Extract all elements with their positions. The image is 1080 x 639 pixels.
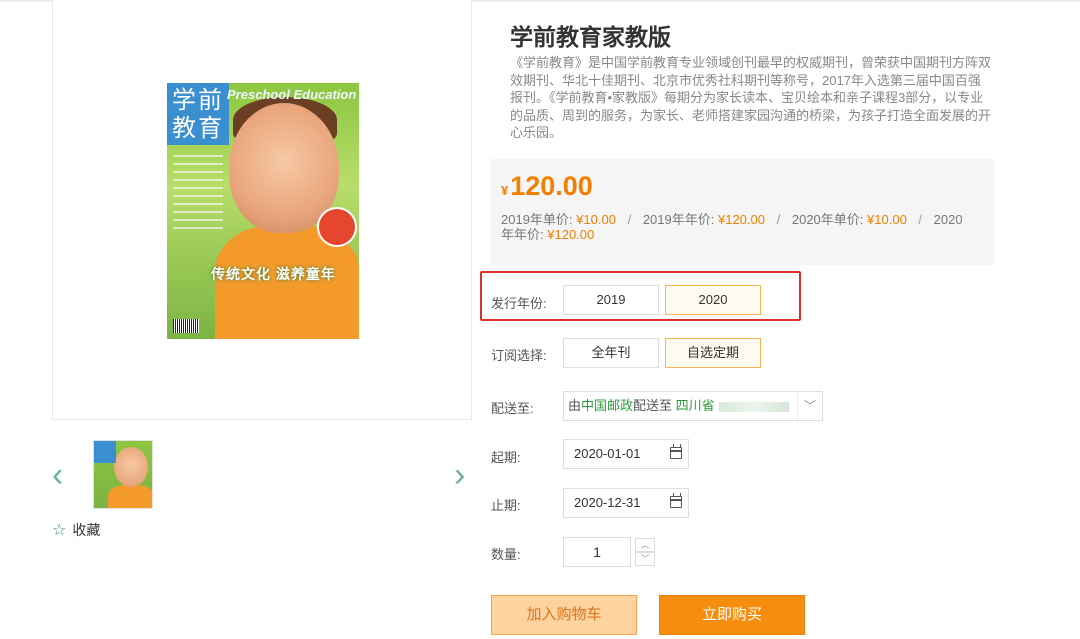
- price-item-value: ¥10.00: [576, 212, 616, 227]
- cover-logo: 学前教育: [167, 83, 229, 145]
- buy-now-button[interactable]: 立即购买: [659, 595, 805, 635]
- gallery-prev-icon[interactable]: ‹: [52, 458, 63, 492]
- year-option-2020[interactable]: 2020: [665, 285, 761, 315]
- gallery-thumbnail[interactable]: [93, 440, 153, 509]
- star-icon: ☆: [52, 522, 67, 539]
- price-item-label: 2019年年价:: [642, 212, 715, 227]
- thumb-face: [114, 447, 148, 487]
- shipping-carrier: 中国邮政: [581, 398, 634, 413]
- price-separator: /: [918, 212, 923, 227]
- end-date-label: 止期:: [491, 498, 521, 513]
- price-panel: ¥120.00 2019年单价: ¥10.00 / 2019年年价: ¥120.…: [491, 159, 994, 265]
- gallery-next-icon[interactable]: ›: [454, 458, 465, 492]
- main-image-frame: 学前教育 Preschool Education 传统文化 滋养童年: [52, 0, 472, 420]
- price-item-value: ¥10.00: [867, 212, 907, 227]
- quantity-increase-button[interactable]: ︿: [635, 538, 655, 552]
- end-date-value: 2020-12-31: [574, 495, 641, 510]
- calendar-icon: [670, 444, 682, 459]
- favorite-button[interactable]: ☆ 收藏: [52, 520, 100, 540]
- subscription-option-custom[interactable]: 自选定期: [665, 338, 761, 368]
- add-to-cart-button[interactable]: 加入购物车: [491, 595, 637, 635]
- shipping-prefix: 由: [568, 398, 582, 413]
- price-separator: /: [776, 212, 781, 227]
- subscription-label: 订阅选择:: [491, 348, 547, 363]
- cover-english-title: Preschool Education: [227, 87, 357, 102]
- price-item-label: 2019年单价:: [501, 212, 573, 227]
- cover-video-badge: [317, 207, 357, 247]
- quantity-input[interactable]: 1: [563, 537, 631, 567]
- shipping-destination-select[interactable]: 由中国邮政配送至 四川省 ﹀: [563, 391, 823, 421]
- cover-side-text: [173, 155, 223, 235]
- year-option-2019[interactable]: 2019: [563, 285, 659, 315]
- year-label: 发行年份:: [491, 296, 547, 311]
- price-breakdown: 2019年单价: ¥10.00 / 2019年年价: ¥120.00 / 202…: [501, 212, 971, 242]
- thumb-shirt: [108, 485, 152, 508]
- price: ¥120.00: [501, 171, 593, 202]
- price-item-label: 2020年单价:: [791, 212, 864, 227]
- chevron-down-icon: ﹀: [797, 392, 822, 420]
- calendar-icon: [670, 493, 682, 508]
- end-date-input[interactable]: 2020-12-31: [563, 488, 689, 518]
- start-date-label: 起期:: [491, 450, 521, 465]
- cover-banner-text: 传统文化 滋养童年: [211, 266, 336, 282]
- cover-barcode: [173, 319, 199, 333]
- quantity-decrease-button[interactable]: ﹀: [635, 552, 655, 566]
- shipping-middle: 配送至: [633, 398, 673, 413]
- shipping-province: 四川省: [675, 398, 715, 413]
- start-date-input[interactable]: 2020-01-01: [563, 439, 689, 469]
- favorite-label: 收藏: [72, 522, 101, 538]
- magazine-cover-image: 学前教育 Preschool Education 传统文化 滋养童年: [167, 83, 359, 339]
- start-date-value: 2020-01-01: [574, 446, 641, 461]
- quantity-label: 数量:: [491, 547, 521, 562]
- product-description: 《学前教育》是中国学前教育专业领域创刊最早的权威期刊，曾荣获中国期刊方阵双效期刊…: [510, 55, 992, 141]
- shipping-address-redacted: [718, 401, 789, 412]
- thumb-logo: [94, 441, 116, 463]
- currency-symbol: ¥: [501, 183, 509, 198]
- price-separator: /: [627, 212, 632, 227]
- product-title: 学前教育家教版: [510, 24, 671, 50]
- subscription-option-full-year[interactable]: 全年刊: [563, 338, 659, 368]
- shipping-label: 配送至:: [491, 401, 534, 416]
- price-amount: 120.00: [510, 171, 593, 201]
- price-item-value: ¥120.00: [547, 227, 595, 242]
- price-item-value: ¥120.00: [717, 212, 765, 227]
